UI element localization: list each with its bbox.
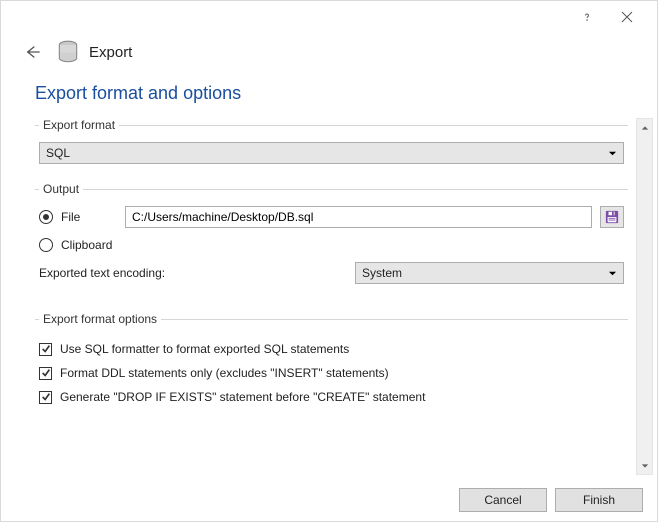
finish-button[interactable]: Finish — [555, 488, 643, 512]
close-button[interactable] — [607, 3, 647, 31]
header-title: Export — [89, 44, 132, 61]
check-indicator — [39, 367, 52, 380]
check-label: Use SQL formatter to format exported SQL… — [60, 342, 349, 356]
scroll-area: Export format SQL Output File — [17, 118, 634, 475]
radio-file-label: File — [61, 210, 80, 224]
titlebar — [1, 1, 657, 33]
output-group: Output File Clipboard Exported text en — [35, 182, 628, 294]
help-button[interactable] — [567, 3, 607, 31]
output-legend: Output — [39, 182, 83, 196]
check-indicator — [39, 391, 52, 404]
vertical-scrollbar[interactable] — [636, 118, 653, 475]
chevron-down-icon — [608, 149, 617, 158]
export-format-value: SQL — [46, 146, 608, 160]
radio-clipboard-indicator — [39, 238, 53, 252]
scroll-up-button[interactable] — [637, 119, 652, 136]
check-indicator — [39, 343, 52, 356]
footer: Cancel Finish — [1, 479, 657, 521]
file-path-input[interactable] — [125, 206, 592, 228]
radio-file[interactable]: File — [39, 210, 125, 224]
check-label: Format DDL statements only (excludes "IN… — [60, 366, 389, 380]
options-legend: Export format options — [39, 312, 161, 326]
export-format-combo[interactable]: SQL — [39, 142, 624, 164]
check-drop-if-exists[interactable]: Generate "DROP IF EXISTS" statement befo… — [39, 390, 624, 404]
page-title: Export format and options — [1, 79, 657, 118]
encoding-label: Exported text encoding: — [39, 266, 355, 280]
check-label: Generate "DROP IF EXISTS" statement befo… — [60, 390, 425, 404]
options-group: Export format options Use SQL formatter … — [35, 312, 628, 414]
radio-clipboard[interactable]: Clipboard — [39, 238, 112, 252]
floppy-icon — [605, 210, 619, 224]
encoding-combo[interactable]: System — [355, 262, 624, 284]
chevron-down-icon — [608, 269, 617, 278]
save-path-button[interactable] — [600, 206, 624, 228]
encoding-value: System — [362, 266, 608, 280]
radio-file-indicator — [39, 210, 53, 224]
radio-clipboard-label: Clipboard — [61, 238, 112, 252]
header: Export — [1, 33, 657, 79]
export-format-legend: Export format — [39, 118, 119, 132]
export-format-group: Export format SQL — [35, 118, 628, 164]
scroll-down-button[interactable] — [637, 457, 652, 474]
back-icon[interactable] — [25, 44, 41, 60]
check-ddl-only[interactable]: Format DDL statements only (excludes "IN… — [39, 366, 624, 380]
cancel-button[interactable]: Cancel — [459, 488, 547, 512]
check-sql-formatter[interactable]: Use SQL formatter to format exported SQL… — [39, 342, 624, 356]
database-icon — [55, 39, 81, 65]
